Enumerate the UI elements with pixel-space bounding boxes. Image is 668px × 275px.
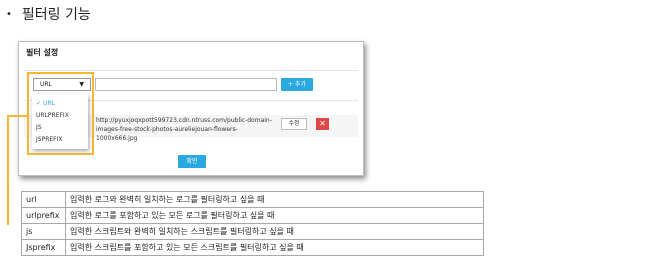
dropdown-option-js[interactable]: JS: [36, 124, 42, 131]
dropdown-option-urlprefix[interactable]: URLPREFIX: [36, 112, 69, 119]
callout-connector: [7, 115, 9, 225]
slide-title-text: 필터링 기능: [21, 7, 91, 23]
edit-button[interactable]: 수정: [281, 118, 307, 130]
delete-button[interactable]: ✕: [316, 118, 329, 130]
filter-key: urlprefix: [21, 207, 66, 224]
callout-connector: [7, 115, 28, 117]
filter-description: 입력한 로그를 포함하고 있는 모든 로그를 필터링하고 싶을 때: [65, 207, 484, 224]
table-row: urlprefix 입력한 로그를 포함하고 있는 모든 로그를 필터링하고 싶…: [21, 207, 484, 224]
bullet-icon: •: [6, 8, 12, 20]
filter-description: 입력한 로그와 완벽히 일치하는 로그를 필터링하고 싶을 때: [65, 191, 484, 208]
dialog-title: 필터 설정: [26, 48, 59, 57]
table-row: Jsprefix 입력한 스크립트를 포함하고 있는 모든 스크립트를 필터링하…: [21, 239, 484, 256]
table-row: url 입력한 로그와 완벽히 일치하는 로그를 필터링하고 싶을 때: [21, 191, 484, 208]
filter-description: 입력한 스크립트와 완벽히 일치하는 스크립트를 필터링하고 싶을 때: [65, 223, 484, 240]
divider: [24, 70, 358, 71]
dropdown-option-url[interactable]: ✓ URL: [36, 100, 55, 107]
filter-type-dropdown: ✓ URL URLPREFIX JS JSPREFIX: [32, 94, 88, 149]
dropdown-option-jsprefix[interactable]: JSPREFIX: [36, 136, 63, 143]
check-icon: ✓: [36, 100, 42, 107]
filter-key: js: [21, 223, 66, 240]
filter-type-description-table: url 입력한 로그와 완벽히 일치하는 로그를 필터링하고 싶을 때 urlp…: [21, 191, 484, 256]
confirm-button[interactable]: 확인: [178, 155, 206, 168]
filter-key: Jsprefix: [21, 239, 66, 256]
filter-entry-url: http://pyuxjoqxpott599723.cdn.ntruss.com…: [96, 117, 272, 142]
filter-value-input[interactable]: [95, 78, 277, 91]
add-button[interactable]: + 추가: [281, 78, 313, 91]
slide-title: • 필터링 기능: [6, 4, 91, 24]
filter-description: 입력한 스크립트를 포함하고 있는 모든 스크립트를 필터링하고 싶을 때: [65, 239, 484, 256]
table-row: js 입력한 스크립트와 완벽히 일치하는 스크립트를 필터링하고 싶을 때: [21, 223, 484, 240]
filter-key: url: [21, 191, 66, 208]
